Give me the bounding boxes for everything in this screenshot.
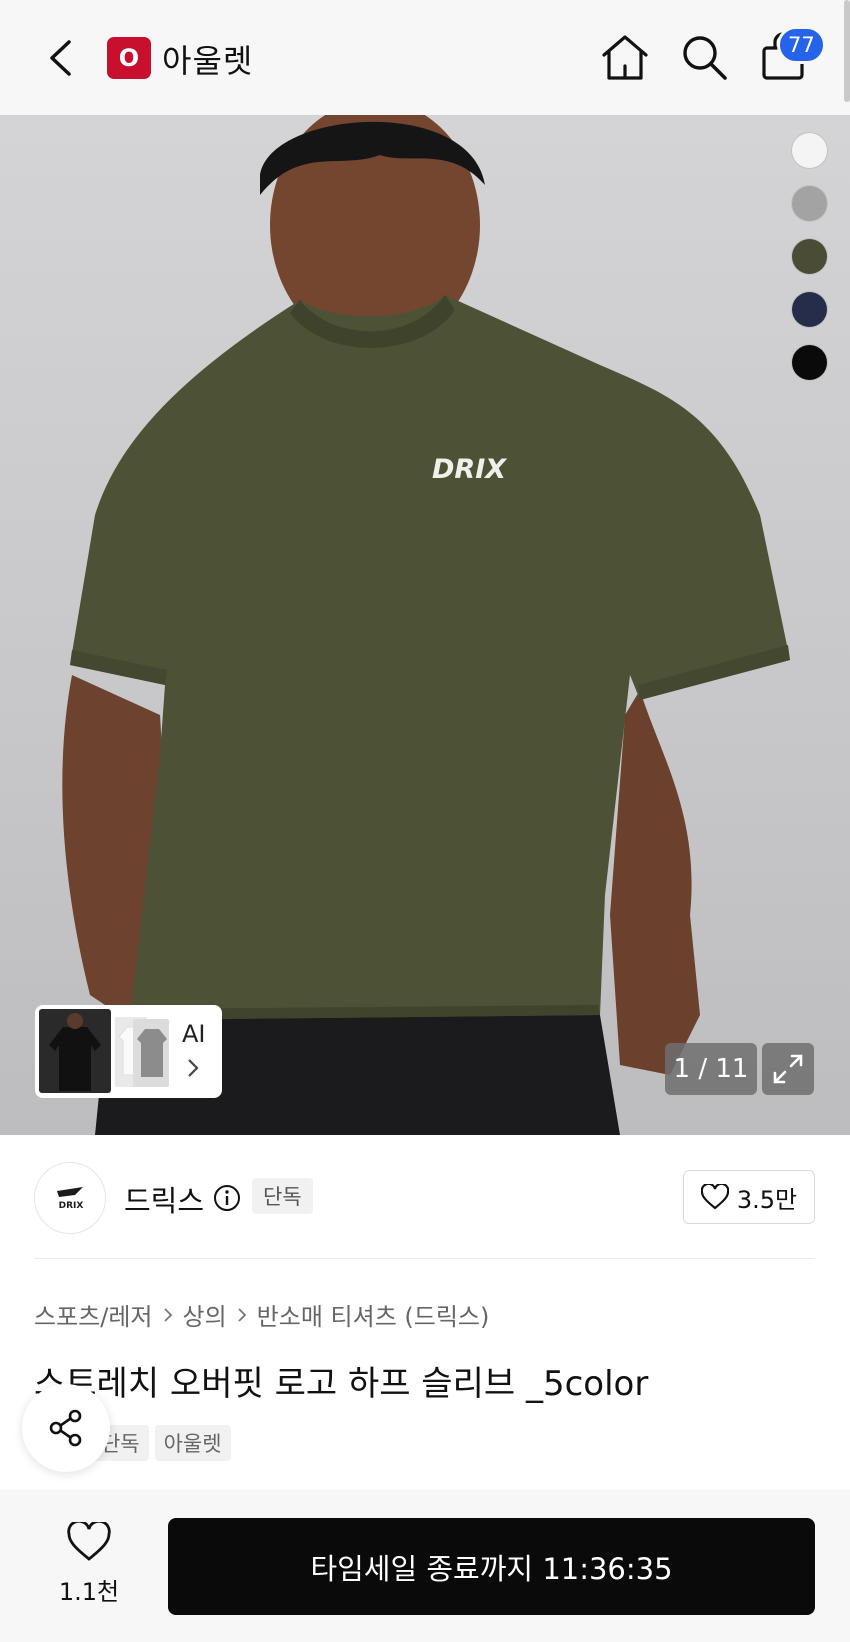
page-title: 아울렛 [162,42,254,80]
brand-like-count: 3.5만 [736,1185,798,1214]
seller-name[interactable]: 드릭스 [124,1178,204,1220]
image-counter: 1 / 11 [665,1043,757,1095]
svg-text:DRIX: DRIX [59,1201,84,1211]
ai-similar-items-card[interactable] [35,1005,222,1098]
chevron-left-icon[interactable] [40,36,84,80]
product-image-carousel[interactable]: DRIX AI 1 / 11 [0,115,850,1135]
seller-logo[interactable]: DRIX [34,1162,106,1234]
share-icon [49,1409,82,1447]
color-swatch-black[interactable] [792,345,827,380]
info-icon[interactable] [212,1183,242,1213]
expand-icon [773,1054,803,1084]
color-swatch-white[interactable] [792,133,827,168]
breadcrumb-item[interactable]: 스포츠/레저 [34,1297,153,1332]
breadcrumb-item[interactable]: 반소매 티셔츠 (드릭스) [257,1297,490,1332]
chevron-right-icon [163,1307,172,1322]
color-swatch-gray[interactable] [792,186,827,221]
color-swatch-navy[interactable] [792,292,827,327]
fullscreen-button[interactable] [762,1043,814,1095]
product-photo: DRIX [62,115,790,1135]
product-title: 스트레치 오버핏 로고 하프 슬리브 _5color [34,1364,649,1404]
cart-count-badge: 77 [777,26,826,64]
brand-like-button[interactable]: 3.5만 [683,1170,815,1224]
ai-label: AI [182,1020,206,1048]
wishlist-count: 1.1천 [58,1578,120,1606]
heart-icon [67,1519,111,1561]
product-page: O 아울렛 77 DRIX AI 1 / 11 DRIX 드릭스 단독 3.5만… [0,0,850,1642]
time-sale-buy-button[interactable]: 타임세일 종료까지 11:36:35 [168,1518,815,1615]
heart-icon [700,1184,729,1210]
home-icon[interactable] [598,30,652,84]
color-swatch-khaki[interactable] [792,239,827,274]
breadcrumb-item[interactable]: 상의 [183,1297,227,1332]
scrollbar[interactable] [844,0,850,102]
shirt-print-logo: DRIX [432,454,507,485]
similar-items-thumbnails [39,1009,169,1093]
chevron-right-icon [188,1059,199,1077]
color-swatch-list [792,133,828,398]
chevron-right-icon [238,1307,246,1322]
breadcrumb: 스포츠/레저 상의 반소매 티셔츠 (드릭스) [34,1297,489,1332]
top-header: O 아울렛 77 [0,0,850,115]
tag-outlet: 아울렛 [154,1425,231,1461]
outlet-logo: O [107,37,151,79]
divider [34,1258,815,1259]
search-icon[interactable] [677,30,731,84]
exclusive-badge: 단독 [252,1178,313,1214]
drix-logo-icon: DRIX [57,1187,84,1211]
share-button[interactable] [22,1384,110,1472]
wishlist-button[interactable]: 1.1천 [42,1519,136,1607]
